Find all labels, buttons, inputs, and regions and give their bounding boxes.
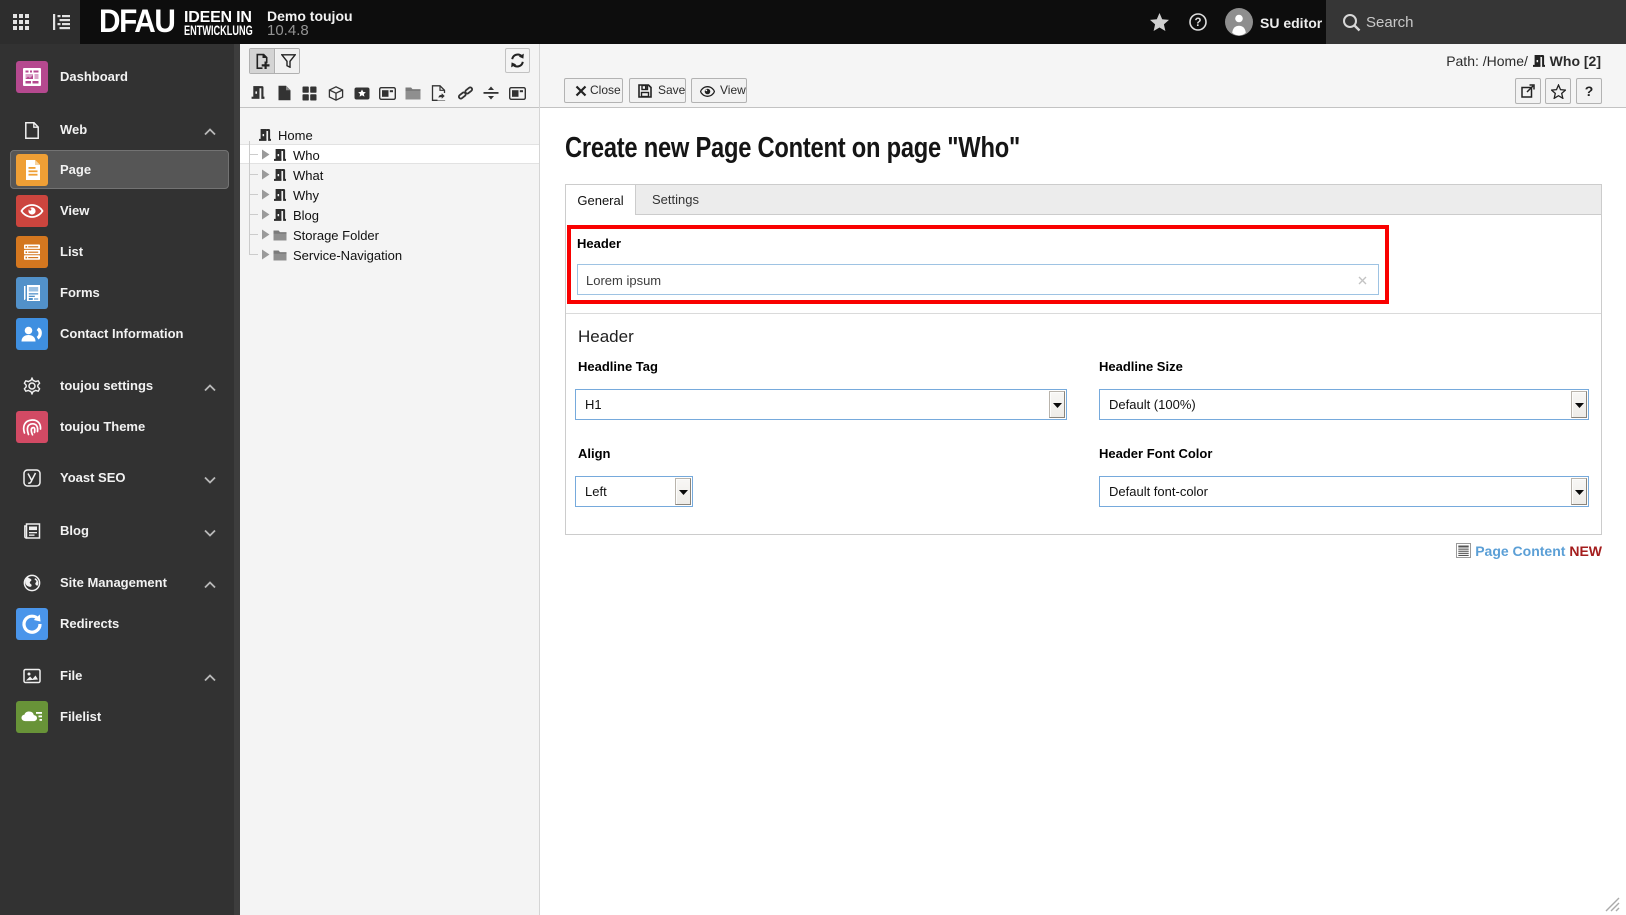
svg-text:?: ? [1194,17,1201,29]
